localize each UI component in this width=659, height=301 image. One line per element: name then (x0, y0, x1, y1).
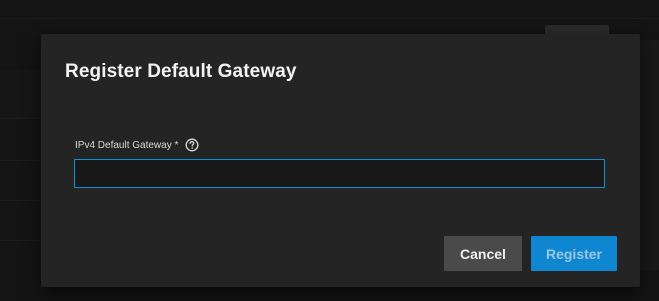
gateway-field-label-row: IPv4 Default Gateway * (75, 138, 199, 152)
register-button[interactable]: Register (531, 236, 617, 271)
help-circle-icon[interactable] (185, 138, 199, 152)
background-divider (0, 18, 659, 19)
gateway-field-label: IPv4 Default Gateway * (75, 139, 179, 151)
ipv4-gateway-input[interactable] (74, 159, 605, 188)
register-gateway-dialog: Register Default Gateway IPv4 Default Ga… (41, 34, 640, 287)
background-side-strip (640, 40, 659, 270)
cancel-button[interactable]: Cancel (444, 236, 522, 271)
dialog-title: Register Default Gateway (65, 61, 297, 82)
